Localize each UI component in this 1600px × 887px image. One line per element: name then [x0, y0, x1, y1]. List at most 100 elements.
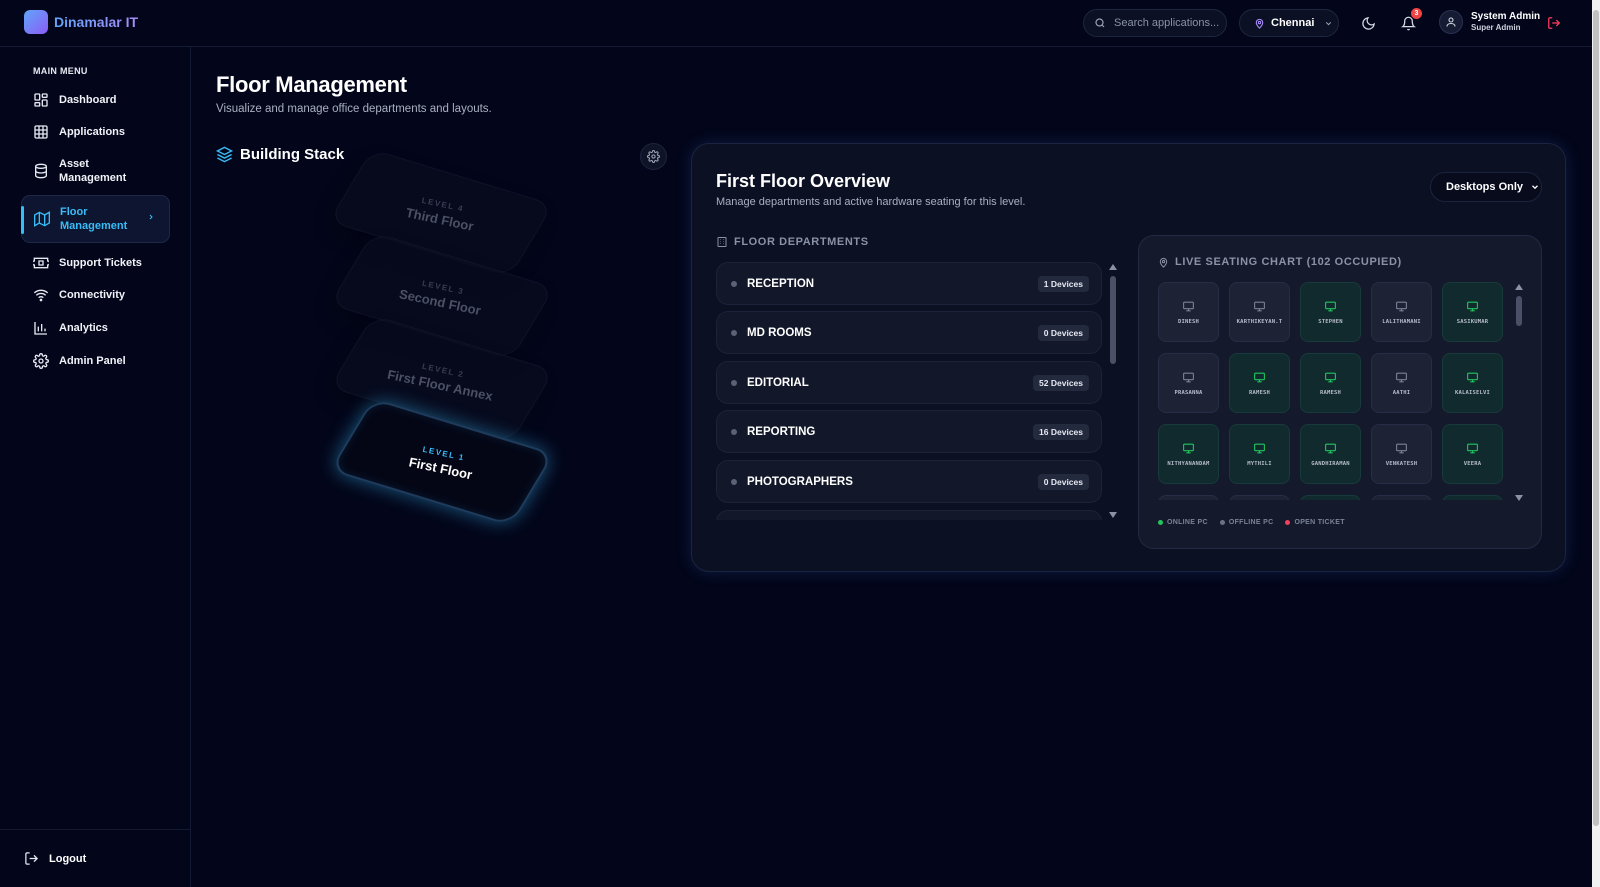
- sidebar-item-connectivity[interactable]: Connectivity: [21, 283, 170, 307]
- theme-toggle-button[interactable]: [1358, 13, 1378, 33]
- scroll-up-icon: [1515, 284, 1523, 290]
- seat-user-name: MYTHILI: [1247, 460, 1272, 467]
- seat[interactable]: [1229, 495, 1290, 500]
- department-list[interactable]: RECEPTION 1 Devices MD ROOMS 0 Devices E…: [716, 262, 1102, 520]
- sidebar-item-label: Connectivity: [59, 289, 126, 301]
- sidebar-item-label: Analytics: [59, 322, 108, 334]
- seat[interactable]: LALITHAMANI: [1371, 282, 1432, 342]
- monitor-icon: [1466, 300, 1479, 313]
- search-input[interactable]: [1114, 17, 1222, 29]
- seat[interactable]: DINESH: [1158, 282, 1219, 342]
- seat[interactable]: RAMESH: [1229, 353, 1290, 413]
- seating-chart-label: LIVE SEATING CHART (102 OCCUPIED): [1175, 256, 1402, 268]
- search-box[interactable]: [1083, 9, 1227, 37]
- seat[interactable]: RAMESH: [1300, 353, 1361, 413]
- sidebar-item-dashboard[interactable]: Dashboard: [21, 88, 170, 112]
- seat[interactable]: STEPHEN: [1300, 282, 1361, 342]
- stack-settings-button[interactable]: [640, 143, 667, 170]
- user-name: System Admin: [1471, 11, 1541, 22]
- seat-user-name: KARTHIKEYAN.T: [1236, 318, 1283, 325]
- monitor-icon: [1253, 300, 1266, 313]
- monitor-icon: [1324, 300, 1337, 313]
- sidebar-item-asset-management[interactable]: Asset Management: [21, 153, 170, 189]
- scrollbar-thumb[interactable]: [1110, 276, 1116, 364]
- location-selector[interactable]: Chennai: [1239, 9, 1339, 37]
- sign-out-icon: [1547, 16, 1561, 30]
- seat[interactable]: VEERA: [1442, 424, 1503, 484]
- seat[interactable]: [1442, 495, 1503, 500]
- seat[interactable]: AATHI: [1371, 353, 1432, 413]
- seat-user-name: GANDHIRAMAN: [1311, 460, 1350, 467]
- seat-user-name: VEERA: [1463, 460, 1482, 467]
- seat[interactable]: NITHYANANDAM: [1158, 424, 1219, 484]
- seat[interactable]: [1371, 495, 1432, 500]
- building-stack-title: Building Stack: [216, 146, 344, 163]
- seat[interactable]: GANDHIRAMAN: [1300, 424, 1361, 484]
- map-pin-icon: [1254, 18, 1265, 29]
- seat[interactable]: KARTHIKEYAN.T: [1229, 282, 1290, 342]
- page-scrollbar-thumb[interactable]: [1593, 10, 1599, 826]
- sidebar-item-admin-panel[interactable]: Admin Panel: [21, 349, 170, 373]
- sidebar-item-label: Dashboard: [59, 94, 117, 106]
- seat[interactable]: KALAISELVI: [1442, 353, 1503, 413]
- legend-item-online: ONLINE PC: [1158, 519, 1208, 526]
- monitor-icon: [1182, 371, 1195, 384]
- sidebar-item-label: Applications: [59, 126, 126, 138]
- overview-title: First Floor Overview: [716, 171, 891, 191]
- monitor-icon: [1324, 442, 1337, 455]
- sidebar-item-label: Support Tickets: [59, 257, 142, 269]
- page-scrollbar[interactable]: [1592, 0, 1600, 887]
- seat[interactable]: SASIKUMAR: [1442, 282, 1503, 342]
- department-name: RECEPTION: [747, 277, 815, 290]
- user-menu[interactable]: System Admin Super Admin: [1439, 10, 1540, 34]
- chevron-right-icon: [147, 213, 155, 221]
- sidebar-item-label: Admin Panel: [59, 355, 126, 367]
- seat[interactable]: [1300, 495, 1361, 500]
- list-item[interactable]: RECEPTION 1 Devices: [716, 262, 1102, 305]
- sidebar-item-label: Asset Management: [59, 158, 127, 184]
- scroll-down-icon: [1515, 495, 1523, 501]
- map-icon: [34, 211, 50, 227]
- list-item[interactable]: EDITORIAL 52 Devices: [716, 361, 1102, 404]
- seat[interactable]: VENKATESH: [1371, 424, 1432, 484]
- search-icon: [1094, 17, 1106, 29]
- monitor-icon: [1395, 442, 1408, 455]
- sidebar-item-analytics[interactable]: Analytics: [21, 316, 170, 340]
- seat-user-name: KALAISELVI: [1454, 389, 1491, 396]
- gear-icon: [647, 150, 660, 163]
- wifi-icon: [33, 287, 49, 303]
- list-item[interactable]: PHOTOGRAPHERS 0 Devices: [716, 460, 1102, 503]
- seating-chart-scrollbar[interactable]: [1515, 284, 1523, 502]
- seat-user-name: VENKATESH: [1385, 460, 1418, 467]
- page-title: Floor Management: [216, 72, 407, 97]
- monitor-icon: [1324, 371, 1337, 384]
- department-name: EDITORIAL: [747, 376, 809, 389]
- device-filter-select[interactable]: Desktops Only: [1430, 172, 1542, 202]
- list-item[interactable]: REPORTING 16 Devices: [716, 410, 1102, 453]
- legend-label: OFFLINE PC: [1228, 519, 1274, 526]
- seat[interactable]: MYTHILI: [1229, 424, 1290, 484]
- list-item[interactable]: [716, 510, 1102, 520]
- monitor-icon: [1395, 300, 1408, 313]
- seat[interactable]: PRASANNA: [1158, 353, 1219, 413]
- list-item[interactable]: MD ROOMS 0 Devices: [716, 311, 1102, 354]
- scrollbar-thumb[interactable]: [1516, 296, 1522, 326]
- sidebar-item-floor-management[interactable]: Floor Management: [21, 195, 170, 243]
- chevron-down-icon: [1324, 19, 1333, 28]
- sidebar-item-support-tickets[interactable]: Support Tickets: [21, 251, 170, 275]
- brand[interactable]: Dinamalar IT: [24, 10, 138, 34]
- department-list-scrollbar[interactable]: [1109, 262, 1117, 520]
- building-icon: [716, 236, 728, 248]
- legend-label: OPEN TICKET: [1294, 519, 1345, 526]
- seat-user-name: SASIKUMAR: [1456, 318, 1489, 325]
- logout-button[interactable]: Logout: [24, 851, 86, 866]
- seat-grid[interactable]: DINESH KARTHIKEYAN.T STEPHEN LALITHAMANI…: [1158, 282, 1508, 500]
- sign-out-button[interactable]: [1544, 13, 1564, 33]
- location-label: Chennai: [1271, 17, 1315, 29]
- notifications-button[interactable]: 3: [1398, 8, 1422, 33]
- map-pin-icon: [1158, 257, 1169, 268]
- chevron-down-icon: [1530, 182, 1540, 192]
- seat[interactable]: [1158, 495, 1219, 500]
- sidebar-item-label: Floor Management: [60, 206, 128, 232]
- sidebar-item-applications[interactable]: Applications: [21, 120, 170, 144]
